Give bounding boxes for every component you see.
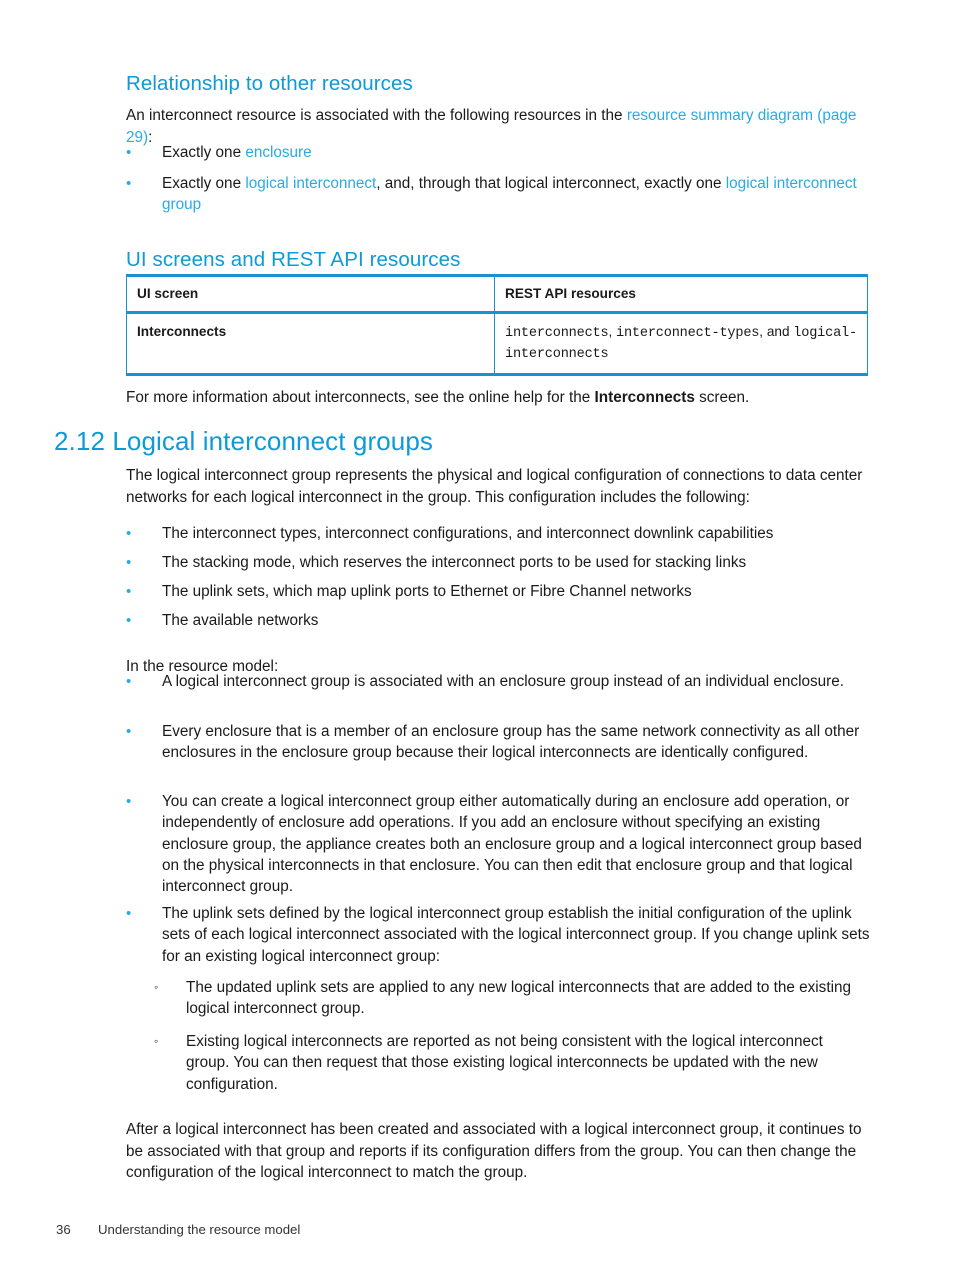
list-item-text: The uplink sets defined by the logical i… [162,905,870,965]
list-item: • Exactly one enclosure [126,142,870,163]
bullet-marker-icon: • [126,554,132,571]
text-run: Exactly one [162,175,246,192]
list-item-text: A logical interconnect group is associat… [162,673,844,690]
sub-bullet-marker-icon: ◦ [154,1034,159,1048]
api-resource-interconnect-types: interconnect-types [616,326,760,341]
document-page: Relationship to other resources An inter… [0,0,954,1271]
list-item: • Exactly one logical interconnect, and,… [126,173,870,216]
list-item: • A logical interconnect group is associ… [126,671,870,692]
list-item: • The available networks [126,610,870,631]
text-run: Exactly one [162,144,246,161]
sub-list-item-text: Existing logical interconnects are repor… [186,1033,823,1093]
column-header-rest-api-resources: REST API resources [494,274,868,314]
list-item: • You can create a logical interconnect … [126,791,870,897]
bullet-marker-icon: • [126,525,132,542]
heading-relationship-to-other-resources: Relationship to other resources [126,72,413,95]
cell-ui-screen: Interconnects [126,312,495,376]
cell-ui-screen-value: Interconnects [137,324,227,339]
text-run: For more information about interconnects… [126,389,595,407]
bold-interconnects-screen-name: Interconnects [594,389,695,407]
sub-list-item: ◦ Existing logical interconnects are rep… [126,1031,870,1095]
heading-ui-screens-and-rest-api-resources: UI screens and REST API resources [126,248,461,271]
more-information-note: For more information about interconnects… [126,387,886,408]
list-item-text: The interconnect types, interconnect con… [162,525,774,542]
cell-rest-api-resources: interconnects, interconnect-types, and l… [494,312,868,376]
list-item: • The stacking mode, which reserves the … [126,552,870,573]
bullet-marker-icon: • [126,905,132,922]
heading-logical-interconnect-groups: 2.12 Logical interconnect groups [54,426,434,457]
list-item-text: Exactly one logical interconnect, and, t… [162,173,870,216]
list-item: • The uplink sets, which map uplink port… [126,581,870,602]
list-item-text: The uplink sets, which map uplink ports … [162,583,692,600]
list-item-text: Every enclosure that is a member of an e… [162,723,860,762]
column-header-rest-api-resources-label: REST API resources [505,286,636,301]
text-run: , and, through that logical interconnect… [376,175,726,192]
link-logical-interconnect[interactable]: logical interconnect [245,175,376,192]
footer-chapter-title: Understanding the resource model [98,1222,301,1237]
lig-intro-paragraph: The logical interconnect group represent… [126,467,863,506]
list-item-text: You can create a logical interconnect gr… [162,793,862,896]
bullet-marker-icon: • [126,673,132,690]
text-run: , and [759,324,794,339]
list-item-text: Exactly one enclosure [162,142,870,163]
bullet-marker-icon: • [126,793,132,810]
column-header-ui-screen: UI screen [126,274,495,314]
bullet-marker-icon: • [126,612,132,629]
list-item: • Every enclosure that is a member of an… [126,721,870,764]
bullet-marker-icon: • [126,175,132,192]
lig-closing-paragraph: After a logical interconnect has been cr… [126,1121,862,1181]
cell-rest-api-resources-value: interconnects, interconnect-types, and l… [495,314,867,373]
bullet-marker-icon: • [126,723,132,740]
sub-list-item-text: The updated uplink sets are applied to a… [186,979,851,1018]
footer-page-number: 36 [56,1222,71,1237]
text-run: , [608,324,617,339]
list-item-text: The available networks [162,612,319,629]
sub-bullet-marker-icon: ◦ [154,980,159,994]
table-header-row: UI screen REST API resources [126,274,868,314]
list-item-text: The stacking mode, which reserves the in… [162,554,747,571]
ui-screen-rest-api-table: UI screen REST API resources Interconnec… [126,274,868,376]
intro-text-before-link: An interconnect resource is associated w… [126,107,627,125]
api-resource-interconnects: interconnects [505,326,609,341]
bullet-marker-icon: • [126,583,132,600]
list-item: • The uplink sets defined by the logical… [126,903,870,967]
list-item: • The interconnect types, interconnect c… [126,523,870,544]
column-header-ui-screen-label: UI screen [137,286,199,301]
bullet-marker-icon: • [126,144,132,161]
text-run: screen. [694,389,750,407]
page-footer: 36 Understanding the resource model [56,1222,300,1237]
sub-list-item: ◦ The updated uplink sets are applied to… [126,977,870,1020]
link-enclosure[interactable]: enclosure [245,144,311,161]
table-row: Interconnects interconnects, interconnec… [126,312,868,376]
